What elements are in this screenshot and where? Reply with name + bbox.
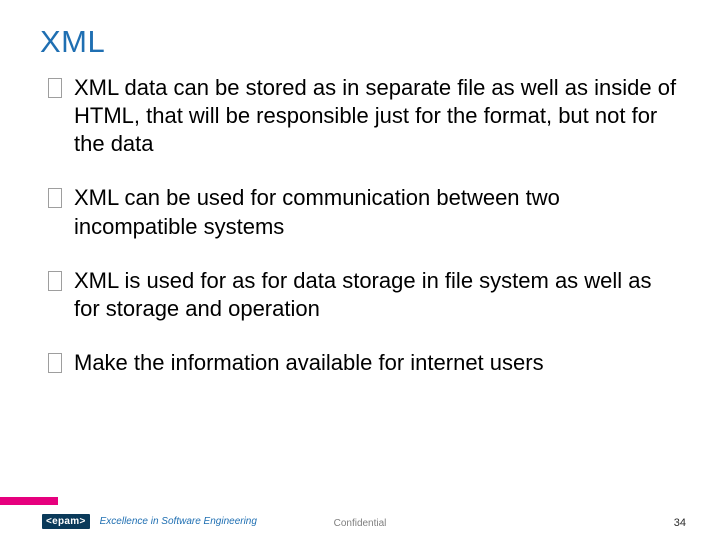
page-number: 34 <box>674 517 686 529</box>
logo: <epam> Excellence in Software Engineerin… <box>42 511 257 531</box>
bullet-item: Make the information available for inter… <box>48 349 680 377</box>
bullet-list: XML data can be stored as in separate fi… <box>48 74 680 377</box>
confidential-label: Confidential <box>334 518 387 529</box>
tagline-text: Excellence in Software Engineering <box>100 516 257 527</box>
logo-badge: <epam> <box>42 514 90 529</box>
slide-body: XML data can be stored as in separate fi… <box>0 74 720 377</box>
slide-title: XML <box>0 0 720 74</box>
accent-bar <box>0 497 58 505</box>
bullet-item: XML is used for as for data storage in f… <box>48 267 680 323</box>
bullet-item: XML data can be stored as in separate fi… <box>48 74 680 158</box>
slide-footer: <epam> Excellence in Software Engineerin… <box>0 500 720 540</box>
bullet-item: XML can be used for communication betwee… <box>48 184 680 240</box>
